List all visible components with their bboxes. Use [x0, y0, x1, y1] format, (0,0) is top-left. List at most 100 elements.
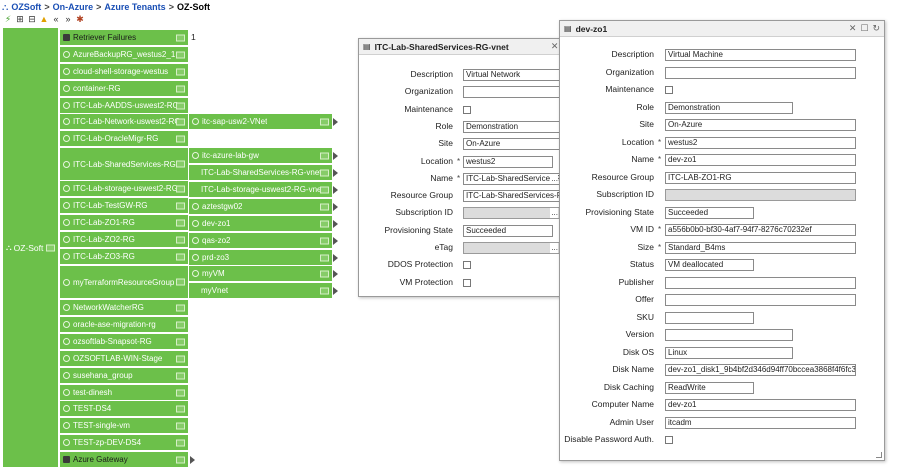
field-input-subscription-id[interactable] [665, 189, 856, 201]
field-input-organization[interactable] [463, 86, 561, 99]
expand-toggle-icon[interactable] [176, 278, 185, 286]
expand-toggle-icon[interactable] [176, 304, 185, 311]
field-input-site[interactable]: On-Azure [463, 138, 561, 151]
expand-toggle-icon[interactable] [176, 185, 185, 192]
tree-node-itc-lab-storage-uswest2-rg[interactable]: ITC-Lab-storage-uswest2-RG [60, 181, 188, 197]
field-input-name[interactable]: ITC-Lab-SharedServices-R... [463, 172, 561, 185]
tree-node-itc-azure-lab-gw[interactable]: itc-azure-lab-gw [189, 148, 332, 164]
expand-all-icon[interactable]: » [63, 15, 73, 25]
expand-toggle-icon[interactable] [176, 389, 185, 396]
tree-node-susehana-group[interactable]: susehana_group [60, 368, 188, 384]
expand-toggle-icon[interactable] [176, 51, 185, 58]
tree-node-itc-lab-testgw-rg[interactable]: ITC-Lab-TestGW-RG [60, 198, 188, 214]
field-input-site[interactable]: On-Azure [665, 119, 856, 131]
warning-icon[interactable]: ▲ [39, 15, 49, 25]
tree-node-itc-lab-aadds-uswest2-rg[interactable]: ITC-Lab-AADDS-uswest2-RG [60, 98, 188, 114]
pin-icon[interactable]: ✱ [75, 15, 85, 25]
more-button[interactable]: ... [550, 173, 558, 184]
field-input-role[interactable]: Demonstration [463, 120, 561, 133]
restore-icon[interactable]: ↻ [872, 23, 880, 34]
field-input-location[interactable]: westus2 [665, 136, 856, 149]
close-icon[interactable]: ✕ [849, 23, 857, 34]
tree-node-test-zp-dev-ds4[interactable]: TEST-zp-DEV-DS4 [60, 435, 188, 451]
tree-node-retriever-failures[interactable]: Retriever Failures [60, 30, 188, 46]
expand-toggle-icon[interactable] [320, 186, 329, 193]
field-input-description[interactable]: Virtual Network [463, 69, 561, 81]
expand-arrow-icon[interactable] [333, 169, 338, 177]
tree-node-test-dinesh[interactable]: test-dinesh [60, 385, 188, 401]
field-input-status[interactable]: VM deallocated [665, 259, 754, 271]
tree-node-dev-zo1[interactable]: dev-zo1 [189, 216, 332, 232]
expand-toggle-icon[interactable] [176, 355, 185, 362]
expand-toggle-icon[interactable] [176, 253, 185, 260]
maximize-icon[interactable]: ☐ [860, 23, 868, 34]
expand-arrow-icon[interactable] [333, 287, 338, 295]
expand-toggle-icon[interactable] [176, 202, 185, 209]
field-input-resource-group[interactable]: ITC-LAB-ZO1-RG [665, 171, 856, 184]
expand-toggle-icon[interactable] [320, 270, 329, 277]
expand-toggle-icon[interactable] [320, 203, 329, 210]
expand-toggle-icon[interactable] [320, 254, 329, 261]
expand-toggle-icon[interactable] [176, 236, 185, 243]
tree-node-cloud-shell-storage-westus[interactable]: cloud-shell-storage-westus [60, 64, 188, 80]
resize-handle[interactable] [876, 452, 882, 458]
expand-toggle-icon[interactable] [176, 68, 185, 75]
field-input-disk-name[interactable]: dev-zo1_disk1_9b4bf2d346d94ff70bccea3868… [665, 364, 856, 376]
tree-node-myvnet[interactable]: myVnet [189, 283, 332, 299]
expand-toggle-icon[interactable] [176, 219, 185, 226]
field-input-location[interactable]: westus2 [463, 155, 553, 168]
expand-toggle-icon[interactable] [176, 135, 185, 142]
expand-arrow-icon[interactable] [333, 203, 338, 211]
expand-arrow-icon[interactable] [333, 186, 338, 194]
breadcrumb-link-on-azure[interactable]: On-Azure [53, 2, 94, 12]
field-input-publisher[interactable] [665, 276, 856, 289]
expand-toggle-icon[interactable] [176, 34, 185, 41]
expand-toggle-icon[interactable] [176, 456, 185, 463]
checkbox-maintenance[interactable] [665, 86, 673, 94]
tree-node-networkwatcherrg[interactable]: NetworkWatcherRG [60, 300, 188, 316]
tree-node-oracle-ase-migration-rg[interactable]: oracle-ase-migration-rg [60, 317, 188, 333]
expand-toggle-icon[interactable] [320, 152, 329, 159]
expand-toggle-icon[interactable] [176, 338, 185, 345]
expand-toggle-icon[interactable] [176, 372, 185, 379]
expand-arrow-icon[interactable] [333, 237, 338, 245]
checkbox-vm-protection[interactable] [463, 278, 471, 287]
expand-toggle-icon[interactable] [320, 287, 329, 294]
more-button[interactable]: ... [550, 208, 558, 219]
field-input-offer[interactable] [665, 294, 856, 306]
tree-node-ozsoftlab-snapsot-rg[interactable]: ozsoftlab-Snapsot-RG [60, 334, 188, 350]
expand-toggle-icon[interactable] [176, 422, 185, 429]
field-input-name[interactable]: dev-zo1 [665, 154, 856, 166]
tree-node-qas-zo2[interactable]: qas-zo2 [189, 233, 332, 249]
expand-toggle-icon[interactable] [176, 439, 185, 446]
tree-node-azurebackuprg-westus2-1[interactable]: AzureBackupRG_westus2_1 [60, 47, 188, 63]
expand-toggle-icon[interactable] [320, 237, 329, 244]
tree-icon[interactable]: ⊟ [27, 15, 37, 25]
field-input-admin-user[interactable]: itcadm [665, 416, 856, 429]
field-input-organization[interactable] [665, 66, 856, 79]
tree-node-itc-lab-network-uswest2-rg[interactable]: ITC-Lab-Network-uswest2-RG [60, 114, 188, 130]
tree-node-itc-sap-usw2-vnet[interactable]: itc-sap-usw2-VNet [189, 114, 332, 130]
expand-arrow-icon[interactable] [333, 220, 338, 228]
expand-toggle-icon[interactable] [320, 220, 329, 227]
field-input-provisioning-state[interactable]: Succeeded [665, 206, 754, 219]
refresh-icon[interactable]: ⚡ [3, 15, 13, 25]
field-input-etag[interactable]: ... [463, 242, 561, 254]
field-input-vm-id[interactable]: a556b0b0-bf30-4af7-94f7-8276c70232ef [665, 224, 856, 236]
hierarchy-icon[interactable]: ⊞ [15, 15, 25, 25]
expand-arrow-icon[interactable] [333, 118, 338, 126]
expand-toggle-icon[interactable] [320, 118, 329, 125]
breadcrumb-link-azure-tenants[interactable]: Azure Tenants [104, 2, 165, 12]
tree-node-itc-lab-oraclemigr-rg[interactable]: ITC-Lab-OracleMigr-RG [60, 131, 188, 147]
expand-toggle-icon[interactable] [320, 169, 329, 176]
expand-toggle-icon[interactable] [176, 405, 185, 412]
breadcrumb-link-ozsoft[interactable]: OZSoft [11, 2, 41, 12]
tree-node-container-rg[interactable]: container-RG [60, 81, 188, 97]
more-button[interactable]: ... [550, 243, 558, 253]
tree-node-itc-lab-storage-uswest2-rg-vnet[interactable]: ITC-Lab-storage-uswest2-RG-vnet [189, 182, 332, 198]
panel-titlebar[interactable]: ▤ dev-zo1 ✕ ☐ ↻ [560, 21, 884, 37]
expand-toggle-icon[interactable] [176, 102, 185, 109]
expand-toggle-icon[interactable] [176, 321, 185, 328]
field-input-provisioning-state[interactable]: Succeeded [463, 224, 553, 237]
expand-toggle-icon[interactable] [176, 118, 185, 125]
